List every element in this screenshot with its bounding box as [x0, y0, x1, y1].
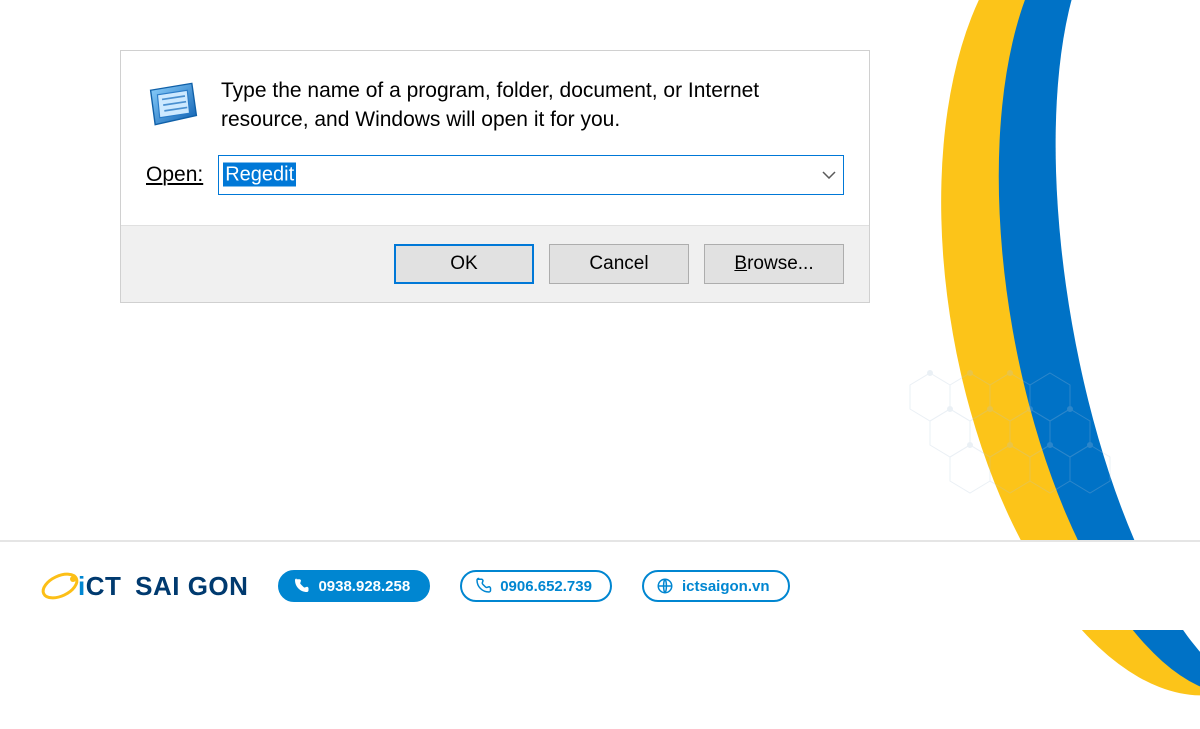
phone-icon: [474, 577, 492, 595]
chevron-down-icon[interactable]: [815, 171, 843, 179]
dialog-input-row: Open: Regedit: [121, 145, 869, 225]
run-dialog-icon: [146, 80, 201, 128]
open-label: Open:: [146, 163, 203, 187]
dialog-description: Type the name of a program, folder, docu…: [221, 76, 844, 135]
browse-button[interactable]: Browse...: [704, 244, 844, 284]
website-pill[interactable]: ictsaigon.vn: [642, 570, 790, 602]
run-dialog: Type the name of a program, folder, docu…: [120, 50, 870, 303]
globe-icon: [656, 577, 674, 595]
brand-logo: iCT SAI GON: [40, 566, 248, 606]
dialog-footer: OK Cancel Browse...: [121, 225, 869, 302]
decorative-hex-pattern: [900, 365, 1160, 550]
phone2-text: 0906.652.739: [500, 578, 592, 595]
combobox-value: Regedit: [223, 163, 296, 186]
logo-swirl-icon: [40, 566, 80, 606]
ok-button[interactable]: OK: [394, 244, 534, 284]
phone-pill-primary[interactable]: 0938.928.258: [278, 570, 430, 602]
website-text: ictsaigon.vn: [682, 578, 770, 595]
dialog-body: Type the name of a program, folder, docu…: [121, 51, 869, 145]
phone-icon: [292, 577, 310, 595]
page-footer: iCT SAI GON 0938.928.258 0906.652.739 ic…: [0, 540, 1200, 630]
phone1-text: 0938.928.258: [318, 578, 410, 595]
open-combobox[interactable]: Regedit: [218, 155, 844, 195]
brand-text: SAI GON: [135, 571, 248, 601]
cancel-button[interactable]: Cancel: [549, 244, 689, 284]
phone-pill-secondary[interactable]: 0906.652.739: [460, 570, 612, 602]
